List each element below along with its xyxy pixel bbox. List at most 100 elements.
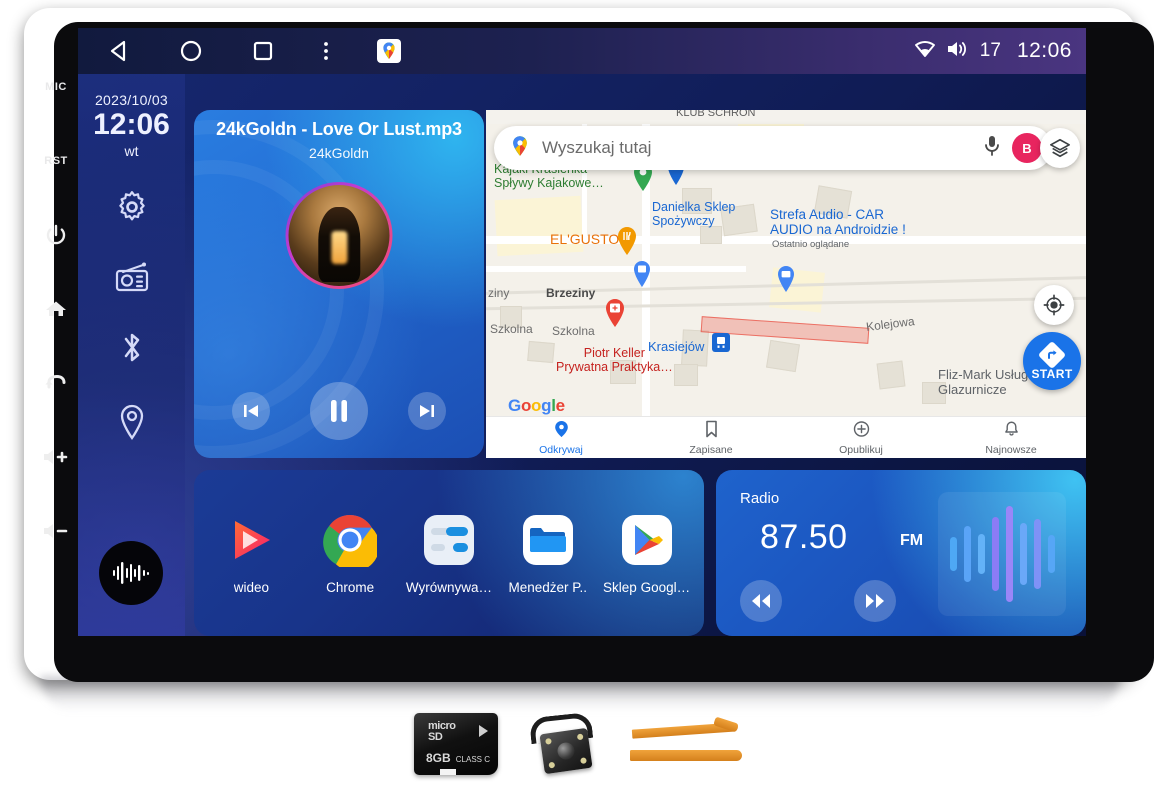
- map-building: [876, 360, 906, 390]
- app-menedzer-plikow[interactable]: Menedżer P..: [501, 512, 595, 595]
- music-artist: 24kGoldn: [309, 145, 369, 161]
- eq-bar: [1005, 506, 1013, 602]
- status-indicators: 17 12:06: [914, 39, 1072, 64]
- bluetooth-icon[interactable]: [117, 329, 147, 372]
- navigation-icon[interactable]: [115, 402, 149, 447]
- bell-icon: [1004, 420, 1019, 443]
- map-tab-zapisane[interactable]: Zapisane: [636, 420, 786, 456]
- play-store-icon: [619, 512, 675, 568]
- next-icon: [420, 405, 434, 417]
- music-controls: [194, 382, 484, 440]
- status-bar: 17 12:06: [78, 28, 1086, 74]
- radio-title: Radio: [740, 490, 780, 507]
- start-navigation-label: START: [1031, 366, 1073, 381]
- album-art-image: [288, 185, 390, 286]
- waveform-icon: [113, 562, 149, 584]
- music-visualizer-button[interactable]: [99, 541, 163, 605]
- danielka-poi-label[interactable]: Danielka Sklep Spożywczy: [652, 200, 735, 228]
- navigation-bar: [106, 38, 402, 64]
- previous-track-button[interactable]: [232, 392, 270, 430]
- next-track-button[interactable]: [408, 392, 446, 430]
- plus-circle-icon: [853, 420, 870, 443]
- google-maps-card[interactable]: ziny Brzeziny Szkolna Szkolna Kolejowa K…: [486, 110, 1086, 458]
- album-art: [285, 182, 393, 289]
- layers-button[interactable]: [1040, 128, 1080, 168]
- avatar-initial: B: [1022, 140, 1032, 156]
- radio-icon[interactable]: [113, 260, 151, 299]
- radio-card[interactable]: Radio 87.50 FM: [716, 470, 1086, 636]
- app-shortcuts-card: wideo Chrome Wyrównywa… Menedżer P.. Skl…: [194, 470, 704, 636]
- rail-time: 12:06: [93, 108, 170, 141]
- nav-home-icon[interactable]: [178, 38, 204, 64]
- power-button[interactable]: [30, 198, 82, 272]
- navigate-arrow-icon: [1039, 341, 1065, 368]
- eq-bar: [977, 534, 985, 574]
- krasiejow-poi-label[interactable]: Krasiejów: [648, 339, 704, 355]
- volume-down-button[interactable]: [30, 494, 82, 568]
- map-building: [765, 339, 801, 373]
- reset-button[interactable]: RST: [30, 124, 82, 198]
- home-button[interactable]: [30, 272, 82, 346]
- eq-bar: [1047, 535, 1055, 573]
- google-logo-g1: G: [508, 396, 521, 415]
- nav-maps-icon[interactable]: [376, 38, 402, 64]
- previous-icon: [244, 405, 258, 417]
- settings-icon[interactable]: [114, 189, 150, 230]
- app-chrome[interactable]: Chrome: [303, 512, 397, 595]
- app-wideo[interactable]: wideo: [204, 512, 298, 595]
- camera-led: [545, 737, 552, 745]
- map-tab-odkrywaj[interactable]: Odkrywaj: [486, 420, 636, 456]
- nav-recents-icon[interactable]: [250, 38, 276, 64]
- play-pause-button[interactable]: [310, 382, 368, 440]
- eq-bar: [991, 517, 999, 591]
- music-title: 24kGoldn - Love Or Lust.mp3: [216, 119, 462, 139]
- app-sklep-google-play[interactable]: Sklep Googl…: [600, 512, 694, 595]
- app-wyrownywanie[interactable]: Wyrównywa…: [402, 512, 496, 595]
- street-label-szkolna-1: Szkolna: [490, 322, 533, 336]
- microsd-notch: [440, 769, 456, 775]
- microphone-icon[interactable]: [982, 134, 1002, 163]
- fliz-mark-poi-label[interactable]: Fliz-Mark Usługi Glazurnicze: [938, 367, 1031, 397]
- start-navigation-button[interactable]: START: [1023, 332, 1081, 390]
- map-tab-opublikuj[interactable]: Opublikuj: [786, 420, 936, 456]
- pause-icon: [331, 400, 347, 422]
- place-icon: [554, 420, 569, 443]
- piotr-keller-pin[interactable]: [604, 298, 626, 333]
- product-photo: MIC RST 17 12:06 2023/10/03 12:06 wt 24k…: [0, 0, 1158, 788]
- fast-forward-icon: [866, 594, 884, 608]
- camera-led: [580, 757, 587, 765]
- map-top-clipped-strip: KLUB SCHRON: [486, 110, 1086, 124]
- chrome-icon: [322, 512, 378, 568]
- volume-up-button[interactable]: [30, 420, 82, 494]
- map-tab-odkrywaj-label: Odkrywaj: [539, 443, 583, 456]
- avatar[interactable]: B: [1012, 133, 1042, 163]
- elgusto-pin[interactable]: [616, 226, 638, 261]
- nav-back-icon[interactable]: [106, 38, 132, 64]
- reset-button-label: RST: [44, 155, 68, 167]
- volume-icon: [946, 39, 970, 64]
- google-logo-g2: g: [541, 396, 552, 415]
- back-button[interactable]: [30, 346, 82, 420]
- music-player-card[interactable]: 24kGoldn - Love Or Lust.mp3 24kGoldn: [194, 110, 484, 458]
- map-building: [700, 226, 722, 244]
- elgusto-poi-label[interactable]: EL'GUSTO: [550, 231, 619, 248]
- map-tab-najnowsze-label: Najnowsze: [985, 443, 1037, 456]
- radio-seek-up-button[interactable]: [854, 580, 896, 622]
- map-search-input[interactable]: Wyszukaj tutaj: [542, 138, 972, 158]
- my-location-button[interactable]: [1034, 285, 1074, 325]
- nav-overflow-icon[interactable]: [322, 38, 330, 64]
- map-tab-najnowsze[interactable]: Najnowsze: [936, 420, 1086, 456]
- volume-down-icon: [44, 524, 68, 538]
- krasiejow-station-pin[interactable]: [711, 332, 731, 359]
- map-search-bar[interactable]: Wyszukaj tutaj B: [494, 126, 1052, 170]
- street-label-szkolna-2: Szkolna: [552, 324, 595, 338]
- mic-button[interactable]: MIC: [30, 50, 82, 124]
- radio-seek-down-button[interactable]: [740, 580, 782, 622]
- business-pin-1[interactable]: [776, 265, 796, 298]
- google-logo-o2: o: [531, 396, 542, 415]
- pry-tool-flat: [630, 750, 742, 761]
- google-logo: Google: [508, 396, 565, 416]
- strefa-audio-poi-label[interactable]: Strefa Audio - CAR AUDIO na Androidzie !: [770, 207, 906, 237]
- hotel-pin-1[interactable]: [632, 260, 652, 293]
- launcher-desktop: 2023/10/03 12:06 wt 24kGoldn - Love Or L…: [78, 74, 1086, 636]
